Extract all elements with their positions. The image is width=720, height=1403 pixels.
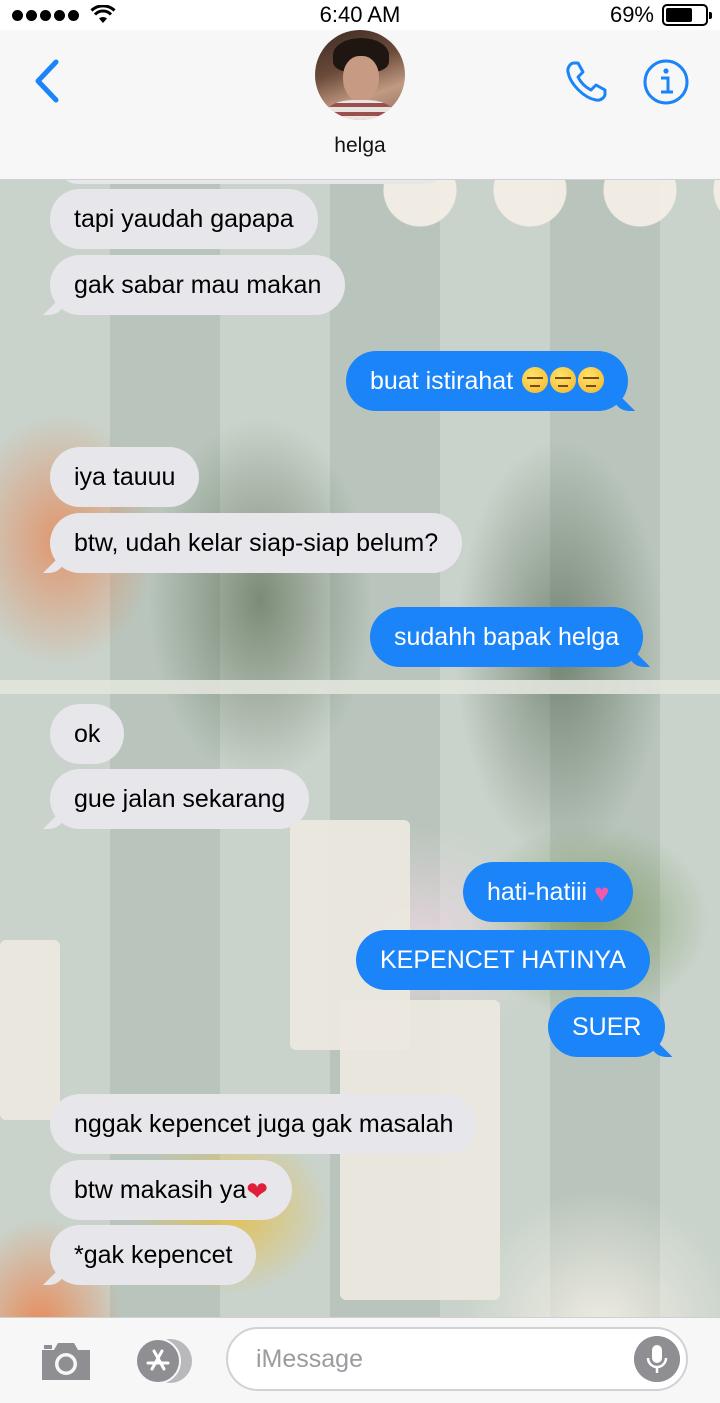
message-text: gak sabar mau makan [74,271,322,299]
red-heart-emoji-icon: ❤ [246,1176,269,1206]
info-icon[interactable] [642,58,690,106]
background-shelf [0,680,720,694]
message-bubble-incoming[interactable]: btw, udah kelar siap-siap belum? [50,513,463,573]
signal-strength-icon [12,5,116,25]
camera-icon[interactable] [38,1338,94,1384]
message-bubble-incoming[interactable]: *gak kepencet [50,1225,257,1285]
status-bar: 6:40 AM 69% [0,0,720,30]
message-bubble-incoming[interactable]: tapi yaudah gapapa [50,189,318,249]
battery-icon [662,4,712,26]
message-text: SUER [572,1013,642,1041]
chat-transcript[interactable]: tapi yaudah gapapa gak sabar mau makan b… [0,180,720,1317]
message-text: tapi yaudah gapapa [74,205,294,233]
message-text: btw makasih ya [74,1176,247,1204]
message-text: sudahh bapak helga [394,623,620,651]
message-bubble-outgoing[interactable]: SUER [548,997,666,1057]
message-text: nggak kepencet juga gak masalah [74,1110,454,1138]
message-bubble-outgoing[interactable]: hati-hatiii ♥ [463,862,634,922]
message-text: iya tauuu [74,463,176,491]
message-composer-bar [0,1317,720,1403]
message-text: ok [74,720,101,748]
message-bubble-partial [58,180,446,184]
battery-level-fill [666,8,693,22]
message-bubble-outgoing[interactable]: sudahh bapak helga [370,607,644,667]
phone-icon[interactable] [562,58,610,106]
battery-percent: 69% [609,2,654,27]
unamused-face-emoji-icon [550,367,577,393]
message-text: buat istirahat [370,367,521,395]
message-bubble-incoming[interactable]: gue jalan sekarang [50,769,310,829]
conversation-header: helga [0,30,720,180]
back-chevron-icon[interactable] [28,56,68,106]
wifi-icon [90,5,116,23]
imessage-input[interactable] [226,1327,688,1391]
message-bubble-incoming[interactable]: btw makasih ya❤ [50,1160,293,1220]
message-bubble-incoming[interactable]: nggak kepencet juga gak masalah [50,1094,478,1154]
unamused-face-emoji-icon [522,367,549,393]
sparkling-heart-emoji-icon: ♥ [594,878,610,908]
message-text: hati-hatiii [487,878,594,906]
message-bubble-outgoing[interactable]: KEPENCET HATINYA [356,930,650,990]
background-flower-bucket [0,940,60,1120]
message-bubble-incoming[interactable]: gak sabar mau makan [50,255,346,315]
app-store-icon[interactable] [130,1337,196,1385]
microphone-icon[interactable] [634,1336,680,1382]
message-bubble-outgoing[interactable]: buat istirahat [346,351,629,411]
message-bubble-incoming[interactable]: iya tauuu [50,447,200,507]
unamused-face-emoji-icon [578,367,605,393]
message-text: KEPENCET HATINYA [380,946,626,974]
background-awning [380,180,720,250]
contact-name[interactable]: helga [0,134,720,158]
message-text: gue jalan sekarang [74,785,286,813]
contact-avatar[interactable] [315,30,405,120]
message-text: btw, udah kelar siap-siap belum? [74,529,439,557]
message-bubble-incoming[interactable]: ok [50,704,125,764]
message-text: *gak kepencet [74,1241,233,1269]
